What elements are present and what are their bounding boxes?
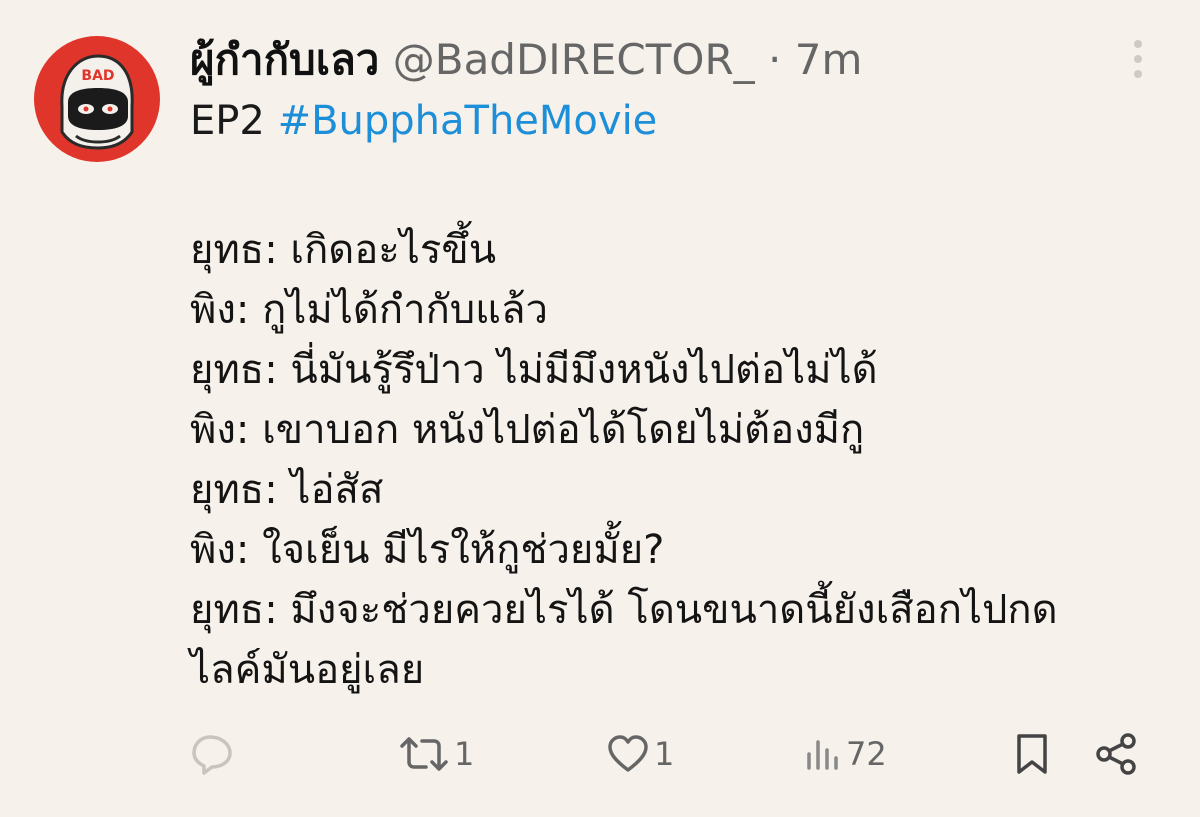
tweet-line: พิง: ใจเย็น มีไรให้กูช่วยมั้ย? <box>190 527 665 573</box>
tweet-line: พิง: กูไม่ได้กำกับแล้ว <box>190 287 548 333</box>
tweet-header: ผู้กำกับเลว @BadDIRECTOR_ · 7m <box>190 34 862 86</box>
tweet-line: ไลค์มันอยู่เลย <box>190 647 425 693</box>
tweet-line: ยุทธ: มึงจะช่วยควยไรได้ โดนขนาดนี้ยังเสื… <box>190 587 1058 633</box>
tweet-line: ยุทธ: เกิดอะไรขึ้น <box>190 227 497 273</box>
reply-button[interactable] <box>190 724 236 784</box>
tweet-card: BAD ผู้กำกับเลว @BadDIRECTOR_ · 7m EP2 #… <box>0 0 1200 817</box>
episode-label: EP2 <box>190 98 265 144</box>
tweet-line: พิง: เขาบอก หนังไปต่อได้โดยไม่ต้องมีกู <box>190 407 865 453</box>
author-handle[interactable]: @BadDIRECTOR_ <box>393 35 755 84</box>
hashtag-link[interactable]: #BupphaTheMovie <box>278 98 658 144</box>
retweet-button[interactable]: 1 <box>398 724 474 784</box>
share-icon <box>1096 733 1136 775</box>
avatar-logo-text: BAD <box>81 68 114 84</box>
separator-dot: · <box>768 35 782 84</box>
heart-icon <box>608 735 648 772</box>
views-icon <box>807 740 838 770</box>
bookmark-icon <box>1017 734 1047 774</box>
author-name[interactable]: ผู้กำกับเลว <box>190 35 379 84</box>
like-button[interactable]: 1 <box>606 724 674 784</box>
more-options-icon[interactable] <box>1126 40 1150 86</box>
retweet-icon <box>400 737 448 771</box>
share-button[interactable] <box>1094 724 1138 784</box>
tweet-timestamp[interactable]: 7m <box>795 35 863 84</box>
reply-icon <box>192 735 232 775</box>
tweet-line: ยุทธ: ไอ่สัส <box>190 467 384 513</box>
views-count: 72 <box>846 735 887 773</box>
like-count: 1 <box>654 735 675 773</box>
tweet-actions: 1 1 72 <box>190 724 1150 784</box>
avatar[interactable]: BAD <box>34 36 160 162</box>
tweet-subtitle: EP2 #BupphaTheMovie <box>190 96 657 146</box>
retweet-count: 1 <box>454 735 475 773</box>
tweet-body: ยุทธ: เกิดอะไรขึ้น พิง: กูไม่ได้กำกับแล้… <box>190 220 1170 700</box>
bookmark-button[interactable] <box>1014 724 1050 784</box>
views-button[interactable]: 72 <box>804 724 887 784</box>
tweet-line: ยุทธ: นี่มันรู้รึป่าว ไม่มีมึงหนังไปต่อไ… <box>190 347 878 393</box>
